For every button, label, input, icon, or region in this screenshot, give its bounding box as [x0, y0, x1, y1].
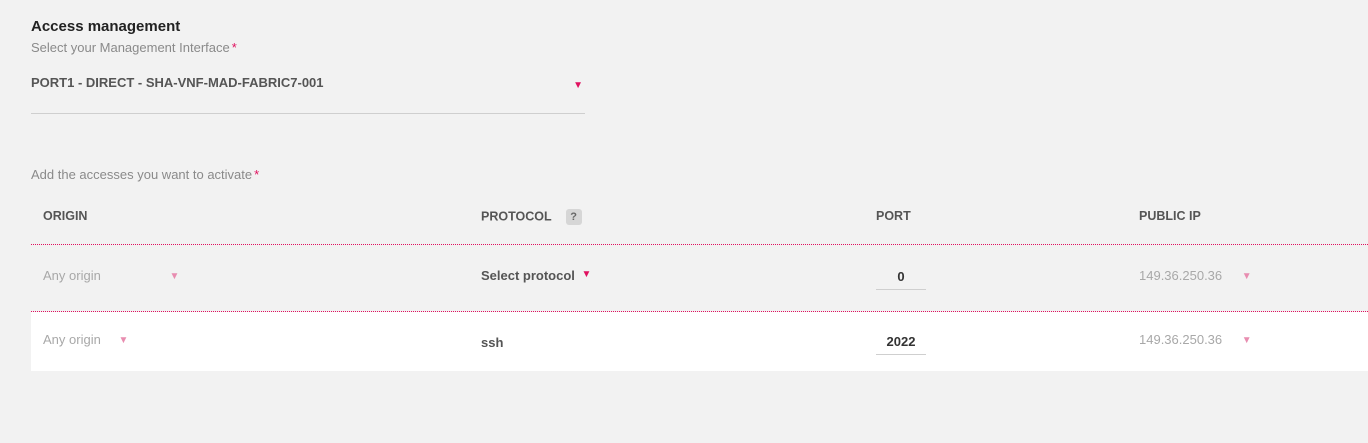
required-mark: *	[231, 40, 237, 55]
column-header-origin: ORIGIN	[43, 209, 88, 223]
caret-down-icon: ▼	[1241, 271, 1252, 282]
question-mark-icon[interactable]: ?	[565, 209, 582, 225]
port-input[interactable]	[876, 267, 926, 290]
column-header-protocol-label: PROTOCOL	[481, 209, 552, 224]
interface-label-text: Select your Management Interface	[31, 40, 230, 55]
caret-down-icon: ▼	[169, 271, 180, 282]
management-interface-value: PORT1 - DIRECT - SHA-VNF-MAD-FABRIC7-001	[31, 75, 324, 90]
public-ip-select[interactable]: 149.36.250.36 ▼	[1139, 268, 1252, 283]
origin-select[interactable]: Any origin ▼	[43, 268, 179, 283]
access-row-new: Any origin ▼ Select protocol ▼ 149.36.25…	[31, 244, 1368, 312]
public-ip-select-value: 149.36.250.36	[1139, 332, 1223, 347]
origin-select[interactable]: Any origin ▼	[43, 332, 128, 347]
column-header-public-ip: PUBLIC IP	[1139, 209, 1201, 223]
protocol-select[interactable]: Select protocol ▼	[481, 268, 591, 283]
port-input[interactable]	[876, 332, 926, 355]
origin-select-value: Any origin	[43, 332, 101, 347]
accesses-label: Add the accesses you want to activate *	[31, 167, 259, 182]
interface-label: Select your Management Interface *	[31, 40, 237, 55]
public-ip-select[interactable]: 149.36.250.36 ▼	[1139, 332, 1252, 347]
access-row: Any origin ▼ ssh 149.36.250.36 ▼	[31, 312, 1368, 371]
protocol-value: ssh	[481, 335, 504, 350]
management-interface-select[interactable]: PORT1 - DIRECT - SHA-VNF-MAD-FABRIC7-001…	[31, 70, 585, 114]
caret-down-icon: ▼	[581, 269, 592, 280]
caret-down-icon: ▼	[118, 335, 129, 346]
column-header-port: PORT	[876, 209, 911, 223]
required-mark: *	[254, 167, 260, 182]
column-header-protocol: PROTOCOL?	[481, 209, 582, 225]
section-title: Access management	[31, 18, 181, 35]
protocol-select-value: Select protocol	[481, 268, 575, 283]
caret-down-icon: ▼	[573, 80, 583, 91]
public-ip-select-value: 149.36.250.36	[1139, 268, 1223, 283]
origin-select-value: Any origin	[43, 268, 101, 283]
caret-down-icon: ▼	[1241, 335, 1252, 346]
accesses-label-text: Add the accesses you want to activate	[31, 167, 253, 182]
